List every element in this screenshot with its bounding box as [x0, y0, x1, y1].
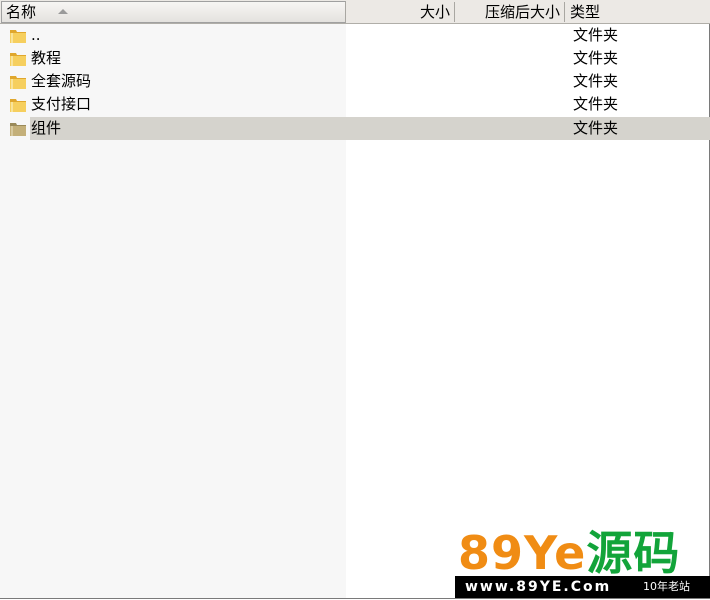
watermark-tagline: 10年老站	[643, 580, 690, 593]
sort-ascending-icon	[58, 9, 68, 14]
folder-icon	[10, 30, 26, 43]
column-header-size-label: 大小	[419, 3, 450, 21]
column-header-compressed-size-label: 压缩后大小	[484, 3, 560, 21]
column-header-type-label: 类型	[570, 3, 601, 21]
column-header-name[interactable]: 名称	[1, 1, 346, 23]
file-name: ..	[31, 26, 41, 44]
watermark-logo-number: 89Ye	[458, 526, 587, 580]
watermark-url: www.89YE.Com	[465, 579, 612, 595]
file-name: 组件	[31, 119, 62, 137]
column-header-compressed-size[interactable]: 压缩后大小	[456, 2, 565, 22]
file-row-payment-api[interactable]: 支付接口 文件夹	[0, 93, 710, 116]
column-header-bar: 名称 大小 压缩后大小 类型	[0, 0, 710, 24]
folder-icon	[10, 123, 26, 136]
file-type: 文件夹	[573, 119, 619, 137]
folder-icon	[10, 53, 26, 66]
column-header-name-label: 名称	[6, 3, 37, 21]
file-name: 全套源码	[31, 72, 92, 90]
file-type: 文件夹	[573, 72, 619, 90]
watermark-logo-chinese: 源码	[586, 526, 681, 580]
file-type: 文件夹	[573, 49, 619, 67]
file-name: 教程	[31, 49, 62, 67]
file-row-components[interactable]: 组件 文件夹	[0, 117, 710, 140]
file-row-tutorials[interactable]: 教程 文件夹	[0, 47, 710, 70]
file-name: 支付接口	[31, 95, 92, 113]
folder-icon	[10, 99, 26, 112]
file-row-full-source[interactable]: 全套源码 文件夹	[0, 70, 710, 93]
column-header-size[interactable]: 大小	[346, 2, 455, 22]
column-header-type[interactable]: 类型	[566, 2, 710, 22]
file-type: 文件夹	[573, 26, 619, 44]
watermark-logo: 89Ye源码 www.89YE.Com 10年老站	[455, 528, 710, 600]
watermark-bar: www.89YE.Com 10年老站	[455, 576, 710, 598]
watermark-logo-title: 89Ye源码	[458, 528, 680, 578]
file-type: 文件夹	[573, 95, 619, 113]
folder-icon	[10, 76, 26, 89]
file-row-parent[interactable]: .. 文件夹	[0, 24, 710, 47]
